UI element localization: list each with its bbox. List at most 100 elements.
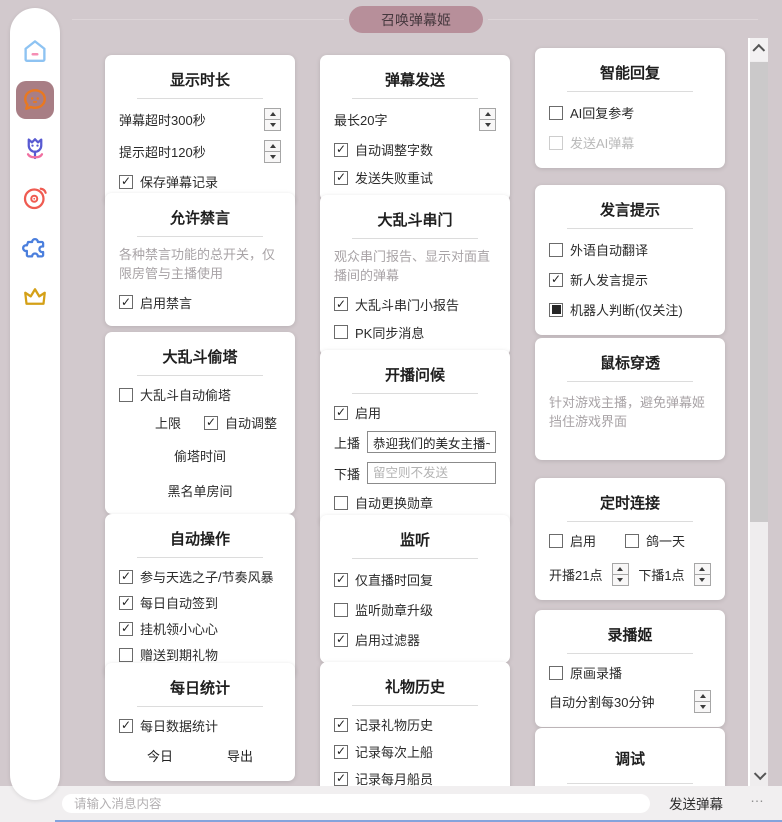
checkbox[interactable] bbox=[334, 171, 348, 185]
vertical-scrollbar[interactable] bbox=[748, 38, 768, 786]
sidebar-item-flower[interactable] bbox=[16, 130, 54, 168]
sidebar-item-home[interactable] bbox=[16, 32, 54, 70]
checkbox-row-enable-ban[interactable]: 启用禁言 bbox=[119, 293, 281, 312]
checkbox[interactable] bbox=[334, 772, 348, 786]
stepper-up-button[interactable] bbox=[613, 564, 628, 574]
checkbox-row-daily-stats[interactable]: 每日数据统计 bbox=[119, 716, 281, 735]
checkbox[interactable] bbox=[119, 570, 133, 584]
number-stepper[interactable] bbox=[694, 690, 711, 713]
number-stepper[interactable] bbox=[264, 140, 281, 163]
today-button[interactable]: 今日 bbox=[147, 746, 173, 765]
checkbox[interactable] bbox=[334, 325, 348, 339]
checkbox-row-visit-report[interactable]: 大乱斗串门小报告 bbox=[334, 295, 496, 314]
checkbox[interactable] bbox=[204, 416, 218, 430]
checkbox-row-enable-timer[interactable]: 启用 bbox=[549, 531, 596, 550]
checkbox[interactable] bbox=[549, 303, 563, 317]
checkbox-row-medal-upgrade[interactable]: 监听勋章升级 bbox=[334, 600, 496, 619]
stepper-down-button[interactable] bbox=[265, 119, 280, 130]
greeting-offline-row: 下播 bbox=[334, 462, 496, 484]
checkbox[interactable] bbox=[119, 596, 133, 610]
checkbox-label: 保存弹幕记录 bbox=[140, 172, 218, 191]
checkbox-row-auto-steal[interactable]: 大乱斗自动偷塔 bbox=[119, 385, 281, 404]
checkbox[interactable] bbox=[119, 295, 133, 309]
checkbox-row-original-quality[interactable]: 原画录播 bbox=[549, 663, 711, 682]
checkbox[interactable] bbox=[334, 406, 348, 420]
title-divider bbox=[352, 98, 478, 99]
checkbox-row-gift-expiring[interactable]: 赠送到期礼物 bbox=[119, 645, 281, 664]
stepper-down-button[interactable] bbox=[695, 701, 710, 712]
checkbox[interactable] bbox=[549, 666, 563, 680]
checkbox[interactable] bbox=[119, 388, 133, 402]
card-title: 定时连接 bbox=[549, 492, 711, 513]
sidebar-item-plugins[interactable] bbox=[16, 228, 54, 266]
checkbox-row-enable-filter[interactable]: 启用过滤器 bbox=[334, 630, 496, 649]
checkbox[interactable] bbox=[334, 633, 348, 647]
checkbox-row-auto-translate[interactable]: 外语自动翻译 bbox=[549, 240, 711, 259]
checkbox-row-bot-detect[interactable]: 机器人判断(仅关注) bbox=[549, 300, 711, 319]
summon-danmaku-button[interactable]: 召唤弹幕姬 bbox=[349, 6, 483, 33]
checkbox-row-record-gifts[interactable]: 记录礼物历史 bbox=[334, 715, 496, 734]
checkbox-row-retry-on-fail[interactable]: 发送失败重试 bbox=[334, 168, 496, 187]
checkbox-row-auto-medal[interactable]: 自动更换勋章 bbox=[334, 493, 496, 512]
offline-greeting-input[interactable] bbox=[367, 462, 496, 484]
stepper-up-button[interactable] bbox=[695, 564, 710, 574]
checkbox-row-record-guard[interactable]: 记录每次上船 bbox=[334, 742, 496, 761]
checkbox[interactable] bbox=[334, 603, 348, 617]
title-divider bbox=[567, 783, 693, 784]
stepper-down-button[interactable] bbox=[480, 119, 495, 130]
stepper-up-button[interactable] bbox=[695, 691, 710, 701]
number-stepper[interactable] bbox=[612, 563, 629, 586]
card-daily-stats: 每日统计 每日数据统计 今日 导出 bbox=[105, 663, 295, 781]
checkbox[interactable] bbox=[334, 496, 348, 510]
online-greeting-input[interactable] bbox=[367, 431, 496, 453]
checkbox-label: 机器人判断(仅关注) bbox=[570, 300, 683, 319]
checkbox[interactable] bbox=[549, 106, 563, 120]
checkbox-row-save-history[interactable]: 保存弹幕记录 bbox=[119, 172, 281, 191]
checkbox-row-ai-reference[interactable]: AI回复参考 bbox=[549, 103, 711, 122]
number-stepper[interactable] bbox=[264, 108, 281, 131]
checkbox[interactable] bbox=[119, 719, 133, 733]
checkbox[interactable] bbox=[119, 622, 133, 636]
sidebar-item-danmaku-settings[interactable] bbox=[16, 81, 54, 119]
checkbox-row-auto-adjust[interactable]: 自动调整 bbox=[204, 413, 277, 432]
scroll-up-button[interactable] bbox=[750, 38, 768, 61]
number-stepper[interactable] bbox=[694, 563, 711, 586]
checkbox-row-newcomer-hint[interactable]: 新人发言提示 bbox=[549, 270, 711, 289]
checkbox[interactable] bbox=[549, 243, 563, 257]
checkbox[interactable] bbox=[334, 745, 348, 759]
export-button[interactable]: 导出 bbox=[227, 746, 253, 765]
checkbox[interactable] bbox=[119, 175, 133, 189]
checkbox-row-lottery[interactable]: 参与天选之子/节奏风暴 bbox=[119, 567, 281, 586]
sidebar-item-music-record[interactable] bbox=[16, 179, 54, 217]
scroll-down-button[interactable] bbox=[750, 764, 768, 784]
checkbox-row-daily-signin[interactable]: 每日自动签到 bbox=[119, 593, 281, 612]
checkbox[interactable] bbox=[119, 648, 133, 662]
stepper-down-button[interactable] bbox=[613, 574, 628, 585]
checkbox-row-auto-adjust-length[interactable]: 自动调整字数 bbox=[334, 140, 496, 159]
sidebar-item-vip[interactable] bbox=[16, 277, 54, 315]
scrollbar-thumb[interactable] bbox=[750, 62, 768, 522]
title-divider bbox=[137, 375, 263, 376]
stepper-up-button[interactable] bbox=[265, 109, 280, 119]
checkbox-row-skip-day[interactable]: 鸽一天 bbox=[625, 531, 685, 550]
checkbox[interactable] bbox=[549, 534, 563, 548]
send-danmaku-button[interactable]: 发送弹幕 bbox=[663, 792, 729, 814]
message-input[interactable] bbox=[62, 794, 650, 813]
stepper-up-button[interactable] bbox=[480, 109, 495, 119]
checkbox[interactable] bbox=[334, 297, 348, 311]
checkbox-row-pk-sync[interactable]: PK同步消息 bbox=[334, 323, 496, 342]
stepper-down-button[interactable] bbox=[265, 151, 280, 162]
checkbox-row-reply-live-only[interactable]: 仅直播时回复 bbox=[334, 570, 496, 589]
checkbox-row-idle-hearts[interactable]: 挂机领小心心 bbox=[119, 619, 281, 638]
checkbox[interactable] bbox=[334, 718, 348, 732]
card-title: 调试 bbox=[549, 748, 711, 769]
checkbox[interactable] bbox=[334, 143, 348, 157]
checkbox[interactable] bbox=[549, 273, 563, 287]
stepper-up-button[interactable] bbox=[265, 141, 280, 151]
checkbox-row-enable-greeting[interactable]: 启用 bbox=[334, 403, 496, 422]
checkbox[interactable] bbox=[625, 534, 639, 548]
number-stepper[interactable] bbox=[479, 108, 496, 131]
checkbox[interactable] bbox=[334, 573, 348, 587]
more-options-button[interactable]: … bbox=[744, 788, 771, 806]
stepper-down-button[interactable] bbox=[695, 574, 710, 585]
